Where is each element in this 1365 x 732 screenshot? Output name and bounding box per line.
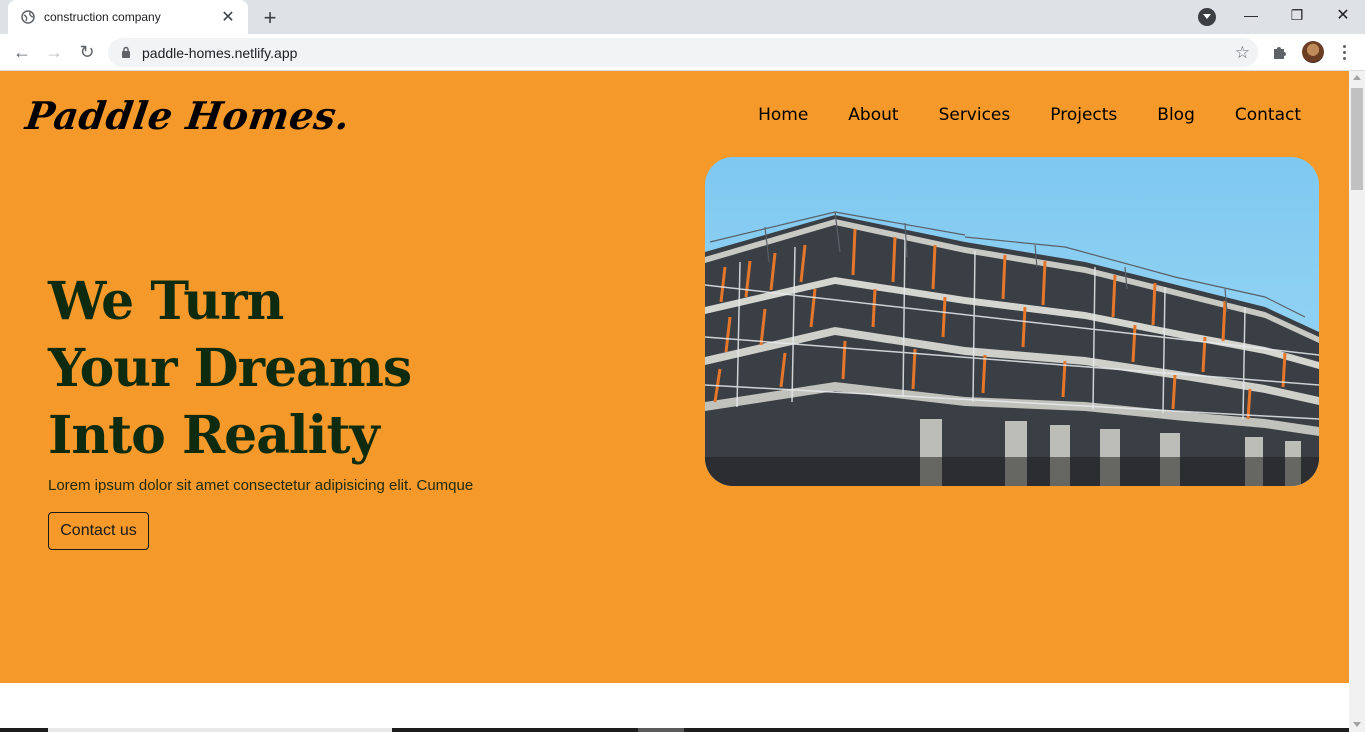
bookmark-star-icon[interactable]: ☆ [1235, 43, 1250, 63]
forward-arrow-icon[interactable]: → [42, 40, 66, 64]
nav-services[interactable]: Services [939, 105, 1011, 125]
scroll-up-arrow-icon[interactable] [1353, 75, 1361, 80]
back-arrow-icon[interactable]: ← [10, 40, 34, 64]
lock-icon[interactable] [120, 46, 132, 60]
construction-building-image [705, 157, 1319, 486]
main-nav: Home About Services Projects Blog Contac… [758, 105, 1301, 125]
hero-description: Lorem ipsum dolor sit amet consectetur a… [48, 477, 474, 494]
browser-menu-icon[interactable] [1335, 40, 1353, 64]
scroll-thumb[interactable] [1351, 88, 1363, 190]
reload-icon[interactable]: ↻ [75, 40, 99, 64]
address-bar[interactable]: paddle-homes.netlify.app ☆ [108, 38, 1258, 67]
site-logo[interactable]: Paddle Homes. [23, 93, 353, 138]
window-minimize-button[interactable]: — [1228, 0, 1274, 30]
tab-strip: construction company ✕ + — ❐ ✕ [0, 0, 1365, 34]
nav-projects[interactable]: Projects [1050, 105, 1117, 125]
nav-contact[interactable]: Contact [1235, 105, 1301, 125]
window-maximize-button[interactable]: ❐ [1274, 0, 1320, 30]
page-viewport: Paddle Homes. Home About Services Projec… [0, 71, 1349, 732]
tab-title: construction company [44, 10, 161, 24]
browser-toolbar: ← → ↻ paddle-homes.netlify.app ☆ [0, 34, 1365, 71]
headline-line-2: Your Dreams [48, 338, 412, 399]
scroll-down-arrow-icon[interactable] [1353, 722, 1361, 727]
profile-avatar[interactable] [1302, 41, 1324, 63]
globe-icon [20, 9, 36, 25]
page-scrollbar[interactable] [1349, 71, 1365, 732]
window-close-button[interactable]: ✕ [1320, 0, 1365, 30]
headline-line-1: We Turn [48, 271, 284, 332]
nav-about[interactable]: About [848, 105, 898, 125]
nav-home[interactable]: Home [758, 105, 808, 125]
url-text: paddle-homes.netlify.app [142, 44, 298, 61]
hero-headline: We Turn Your Dreams Into Reality [48, 268, 412, 469]
hero-section: Paddle Homes. Home About Services Projec… [0, 71, 1349, 683]
extensions-puzzle-icon[interactable] [1270, 42, 1290, 62]
tab-close-icon[interactable]: ✕ [218, 7, 238, 27]
tab-search-icon[interactable] [1198, 8, 1216, 26]
new-tab-button[interactable]: + [258, 5, 282, 30]
next-section-edge [0, 728, 1349, 732]
browser-tab[interactable]: construction company ✕ [8, 0, 248, 34]
headline-line-3: Into Reality [48, 405, 380, 466]
contact-us-button[interactable]: Contact us [48, 512, 149, 550]
nav-blog[interactable]: Blog [1157, 105, 1195, 125]
